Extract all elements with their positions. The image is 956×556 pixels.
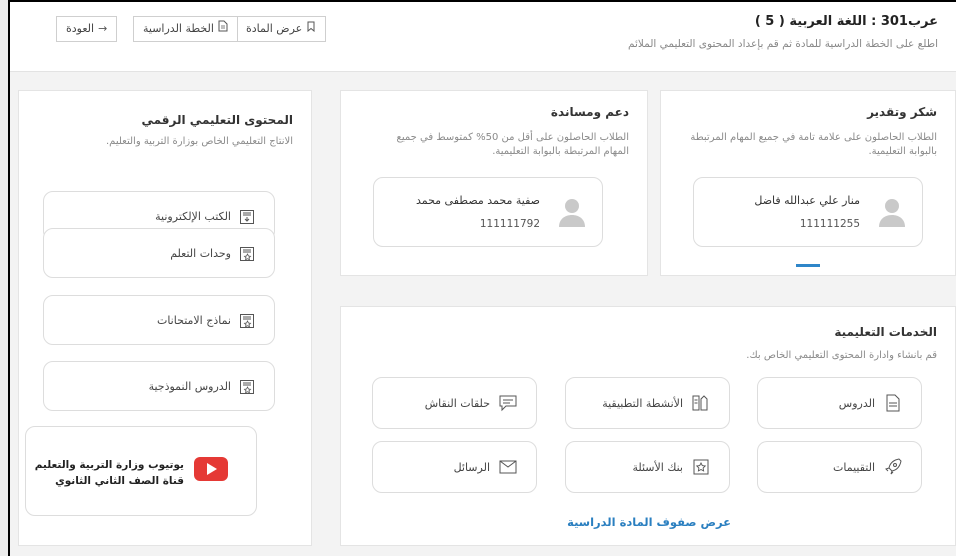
bookmark-icon <box>306 17 316 41</box>
page-title: عرب301 : اللغة العربية ( 5 ) <box>754 14 938 29</box>
thanks-student-name: منار علي عبدالله فاضل <box>754 194 860 207</box>
avatar-icon <box>559 199 585 227</box>
youtube-channel-card[interactable]: يوتيوب وزارة التربية والتعليم قناة الصف … <box>25 426 257 516</box>
support-title: دعم ومساندة <box>550 105 629 119</box>
service-label: حلقات النقاش <box>424 396 490 410</box>
service-activities-button[interactable]: الأنشطة التطبيقية <box>565 377 730 429</box>
service-label: الأنشطة التطبيقية <box>602 396 683 410</box>
digital-item-learning-units[interactable]: وحدات التعلم <box>43 228 275 278</box>
services-card: الخدمات التعليمية قم بانشاء وادارة المحت… <box>340 306 956 546</box>
learning-units-icon <box>240 246 254 261</box>
service-label: التقييمات <box>833 460 875 474</box>
lessons-icon <box>886 394 900 412</box>
thanks-description: الطلاب الحاصلون على علامة تامة في جميع ا… <box>690 132 937 157</box>
study-plan-label: الخطة الدراسية <box>143 22 214 35</box>
digital-item-exam-models[interactable]: نماذج الامتحانات <box>43 295 275 345</box>
digital-item-label: نماذج الامتحانات <box>156 313 231 327</box>
messages-icon <box>499 460 517 474</box>
thanks-student-card[interactable]: منار علي عبدالله فاضل 111111255 <box>693 177 923 247</box>
services-description: قم بانشاء وادارة المحتوى التعليمي الخاص … <box>746 350 937 361</box>
document-icon <box>218 17 228 41</box>
service-discussion-button[interactable]: حلقات النقاش <box>372 377 537 429</box>
discussion-icon <box>499 395 517 412</box>
back-button[interactable]: → العودة <box>56 16 118 42</box>
support-student-id: 111111792 <box>479 218 540 230</box>
avatar-icon <box>879 199 905 227</box>
thanks-student-id: 111111255 <box>799 218 860 230</box>
youtube-line-1: يوتيوب وزارة التربية والتعليم <box>34 459 184 471</box>
digital-item-label: الدروس النموذجية <box>148 379 231 393</box>
support-description: الطلاب الحاصلون على أقل من 50% كمتوسط في… <box>396 132 629 157</box>
view-subject-button[interactable]: عرض المادة <box>236 16 327 42</box>
service-label: بنك الأسئلة <box>632 460 683 474</box>
arrow-right-icon: → <box>98 22 108 35</box>
assessments-icon <box>885 458 902 475</box>
model-lessons-icon <box>240 379 254 394</box>
service-messages-button[interactable]: الرسائل <box>372 441 537 493</box>
activities-icon <box>692 395 708 411</box>
question-bank-icon <box>693 459 709 475</box>
view-subject-classes-link[interactable]: عرض صفوف المادة الدراسية <box>567 515 731 529</box>
support-student-card[interactable]: صفية محمد مصطفى محمد 111111792 <box>373 177 603 247</box>
youtube-icon <box>194 457 228 481</box>
support-student-name: صفية محمد مصطفى محمد <box>415 194 540 207</box>
youtube-line-2: قناة الصف الثاني الثانوي <box>55 475 184 487</box>
digital-item-model-lessons[interactable]: الدروس النموذجية <box>43 361 275 411</box>
exam-models-icon <box>240 313 254 328</box>
page-subtitle: اطلع على الخطة الدراسية للمادة ثم قم بإع… <box>627 38 938 50</box>
digital-item-label: وحدات التعلم <box>170 246 231 260</box>
thanks-title: شكر وتقدير <box>867 105 937 119</box>
view-subject-label: عرض المادة <box>246 22 303 35</box>
back-label: العودة <box>66 22 95 35</box>
service-question-bank-button[interactable]: بنك الأسئلة <box>565 441 730 493</box>
digital-content-card: المحتوى التعليمي الرقمي الانتاج التعليمي… <box>18 90 312 546</box>
carousel-indicator[interactable] <box>796 264 820 267</box>
ebook-icon <box>240 209 254 224</box>
digital-title: المحتوى التعليمي الرقمي <box>141 113 294 127</box>
digital-description: الانتاج التعليمي الخاص بوزارة التربية وا… <box>105 136 293 147</box>
service-label: الرسائل <box>453 460 490 474</box>
support-card: دعم ومساندة الطلاب الحاصلون على أقل من 5… <box>340 90 648 276</box>
page-header: عرب301 : اللغة العربية ( 5 ) اطلع على ال… <box>10 2 956 72</box>
service-lessons-button[interactable]: الدروس <box>757 377 922 429</box>
youtube-text: يوتيوب وزارة التربية والتعليم قناة الصف … <box>35 457 184 489</box>
service-assessments-button[interactable]: التقييمات <box>757 441 922 493</box>
service-label: الدروس <box>838 396 875 410</box>
services-title: الخدمات التعليمية <box>834 325 937 339</box>
digital-item-label: الكتب الإلكترونية <box>155 209 231 223</box>
thanks-card: شكر وتقدير الطلاب الحاصلون على علامة تام… <box>660 90 956 276</box>
study-plan-button[interactable]: الخطة الدراسية <box>133 16 238 42</box>
